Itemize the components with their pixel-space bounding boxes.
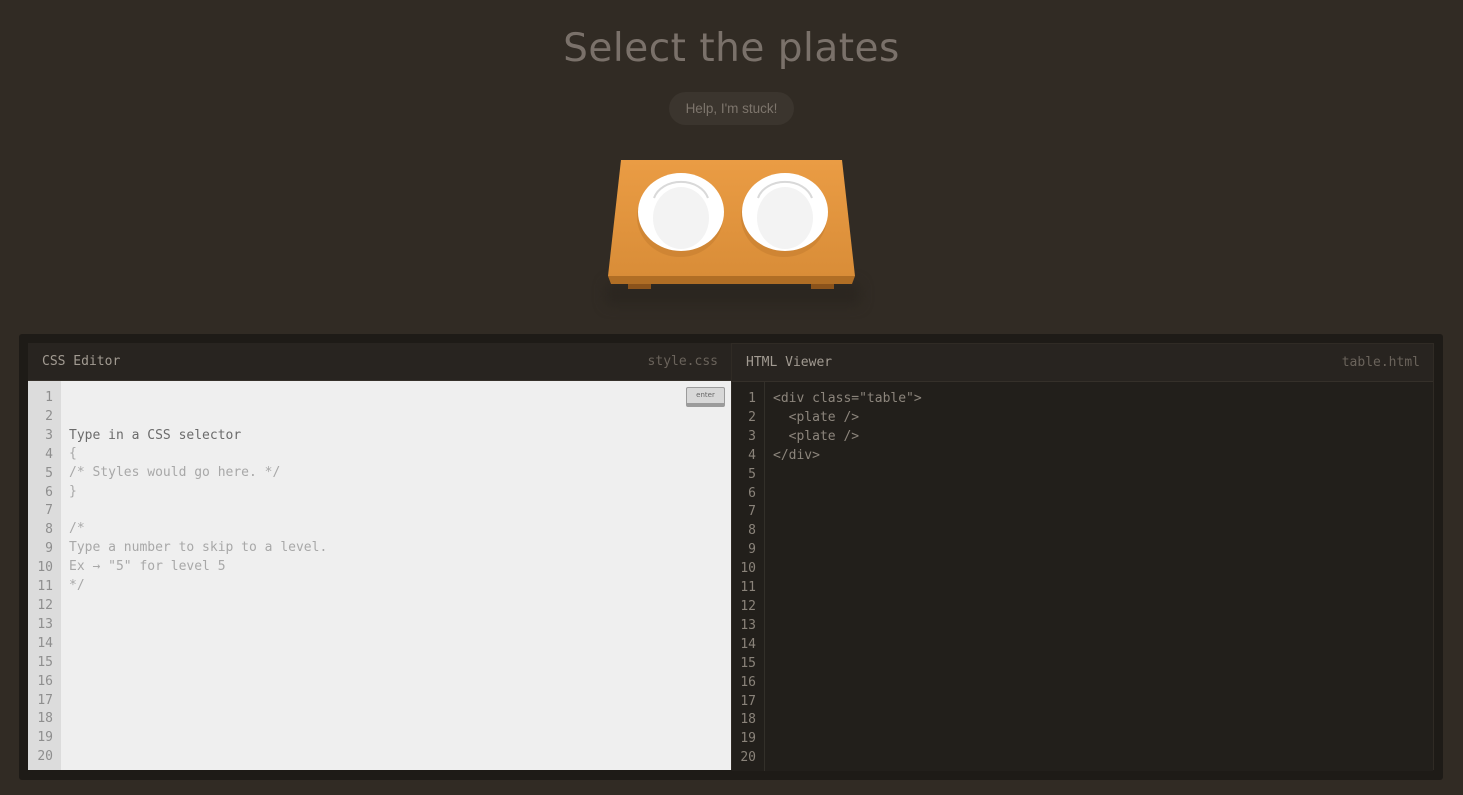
html-code-line[interactable]: <plate /> [773,409,1433,428]
table-leg-right [811,284,834,289]
css-code-line: */ [69,578,85,594]
html-line-number: 13 [740,617,756,633]
css-line-number: 5 [45,465,53,481]
css-line-number: 16 [37,673,53,689]
css-code-line: { [69,445,77,461]
css-code-line: Type a number to skip to a level. [69,540,328,556]
css-editor-body: 1234567891011121314151617181920 {/* Styl… [28,381,731,770]
css-selector-input[interactable] [69,426,589,445]
css-line-number: 1 [45,390,53,405]
css-code-line: Ex → "5" for level 5 [69,559,226,575]
html-viewer-body: 1 2 3 4 5 6 7 8 9 10 11 12 13 14 15 16 17 18 19 20 <div cla… [732,382,1433,771]
html-viewer-filename: table.html [1341,355,1420,370]
css-line-number: 14 [37,635,53,651]
html-line-number: 20 [740,750,756,766]
html-viewer-title: HTML Viewer [746,355,833,370]
css-line-number: 7 [45,503,53,519]
table-edge [608,276,855,284]
html-code-line[interactable]: </div> [773,447,1433,466]
css-editor-filename: style.css [647,354,718,369]
css-line-number: 3 [45,427,53,443]
css-code-line: /* [69,521,85,537]
css-code-line [69,502,731,521]
html-code: <div class="table"> <plate /> <plate /> <… [773,382,1433,771]
html-line-number: 9 [748,542,756,558]
table-leg-left [628,284,651,289]
css-line-number: 20 [37,749,53,765]
html-code-line[interactable]: <plate /> [773,428,1433,447]
html-line-number: 1 [748,391,756,406]
css-line-number: 18 [37,711,53,727]
plate[interactable] [741,173,828,257]
editor-panel: CSS Editor style.css 1 2 3 4 5 6 7 8 9 10 11 12 13 14… [19,334,1443,780]
html-line-number: 15 [740,655,756,671]
enter-button[interactable]: enter [686,387,725,407]
css-code-line: /* Styles would go here. */ [69,464,281,480]
css-line-number: 17 [37,692,53,708]
html-line-number: 19 [740,731,756,747]
css-code-line: } [69,483,77,499]
html-line-number: 18 [740,712,756,728]
css-line-number: 19 [37,730,53,746]
html-line-number: 5 [748,466,756,482]
html-line-number: 12 [740,598,756,614]
css-line-number: 6 [45,484,53,500]
html-line-number: 4 [748,447,756,463]
css-line-number: 15 [37,654,53,670]
table-scene [590,150,880,315]
css-line-number: 9 [45,541,53,557]
css-line-number: 2 [45,408,53,424]
css-line-number: 11 [37,579,53,595]
html-line-number: 14 [740,636,756,652]
html-line-number: 2 [748,409,756,425]
css-editor-pane: CSS Editor style.css 1 2 3 4 5 6 7 8 9 10 11 12 13 14… [28,343,731,770]
html-line-number: 3 [748,428,756,444]
css-line-numbers: 1 2 3 4 5 6 7 8 9 10 11 12 13 14 15 16 17 18 19 20 [28,381,61,770]
html-viewer-pane: HTML Viewer table.html 1 2 3 4 5 6 7 8 9 10 11 12 13… [731,343,1434,771]
help-button[interactable]: Help, I'm stuck! [669,92,794,125]
css-editor-title: CSS Editor [42,354,121,369]
plate[interactable] [637,173,724,257]
css-line-number: 13 [37,616,53,632]
html-line-number: 7 [748,504,756,520]
css-code: { /* Styles would go here. */} /* Type a n… [69,381,731,770]
css-line-number: 8 [45,522,53,538]
css-editor-header: CSS Editor style.css [28,343,731,381]
css-line-number: 4 [45,446,53,462]
html-line-number: 16 [740,674,756,690]
html-viewer-header: HTML Viewer table.html [732,344,1433,382]
html-line-number: 11 [740,580,756,596]
css-line-number: 10 [37,560,53,576]
css-line-number: 12 [37,597,53,613]
html-line-number: 8 [748,523,756,539]
html-line-numbers: 1 2 3 4 5 6 7 8 9 10 11 12 13 14 15 16 17 18 19 20 [732,382,765,771]
level-title: Select the plates [563,26,900,71]
html-line-number: 10 [740,561,756,577]
html-code-line[interactable]: <div class="table"> [773,390,1433,409]
html-line-number: 17 [740,693,756,709]
html-line-number: 6 [748,485,756,501]
table-graphic [608,160,855,289]
